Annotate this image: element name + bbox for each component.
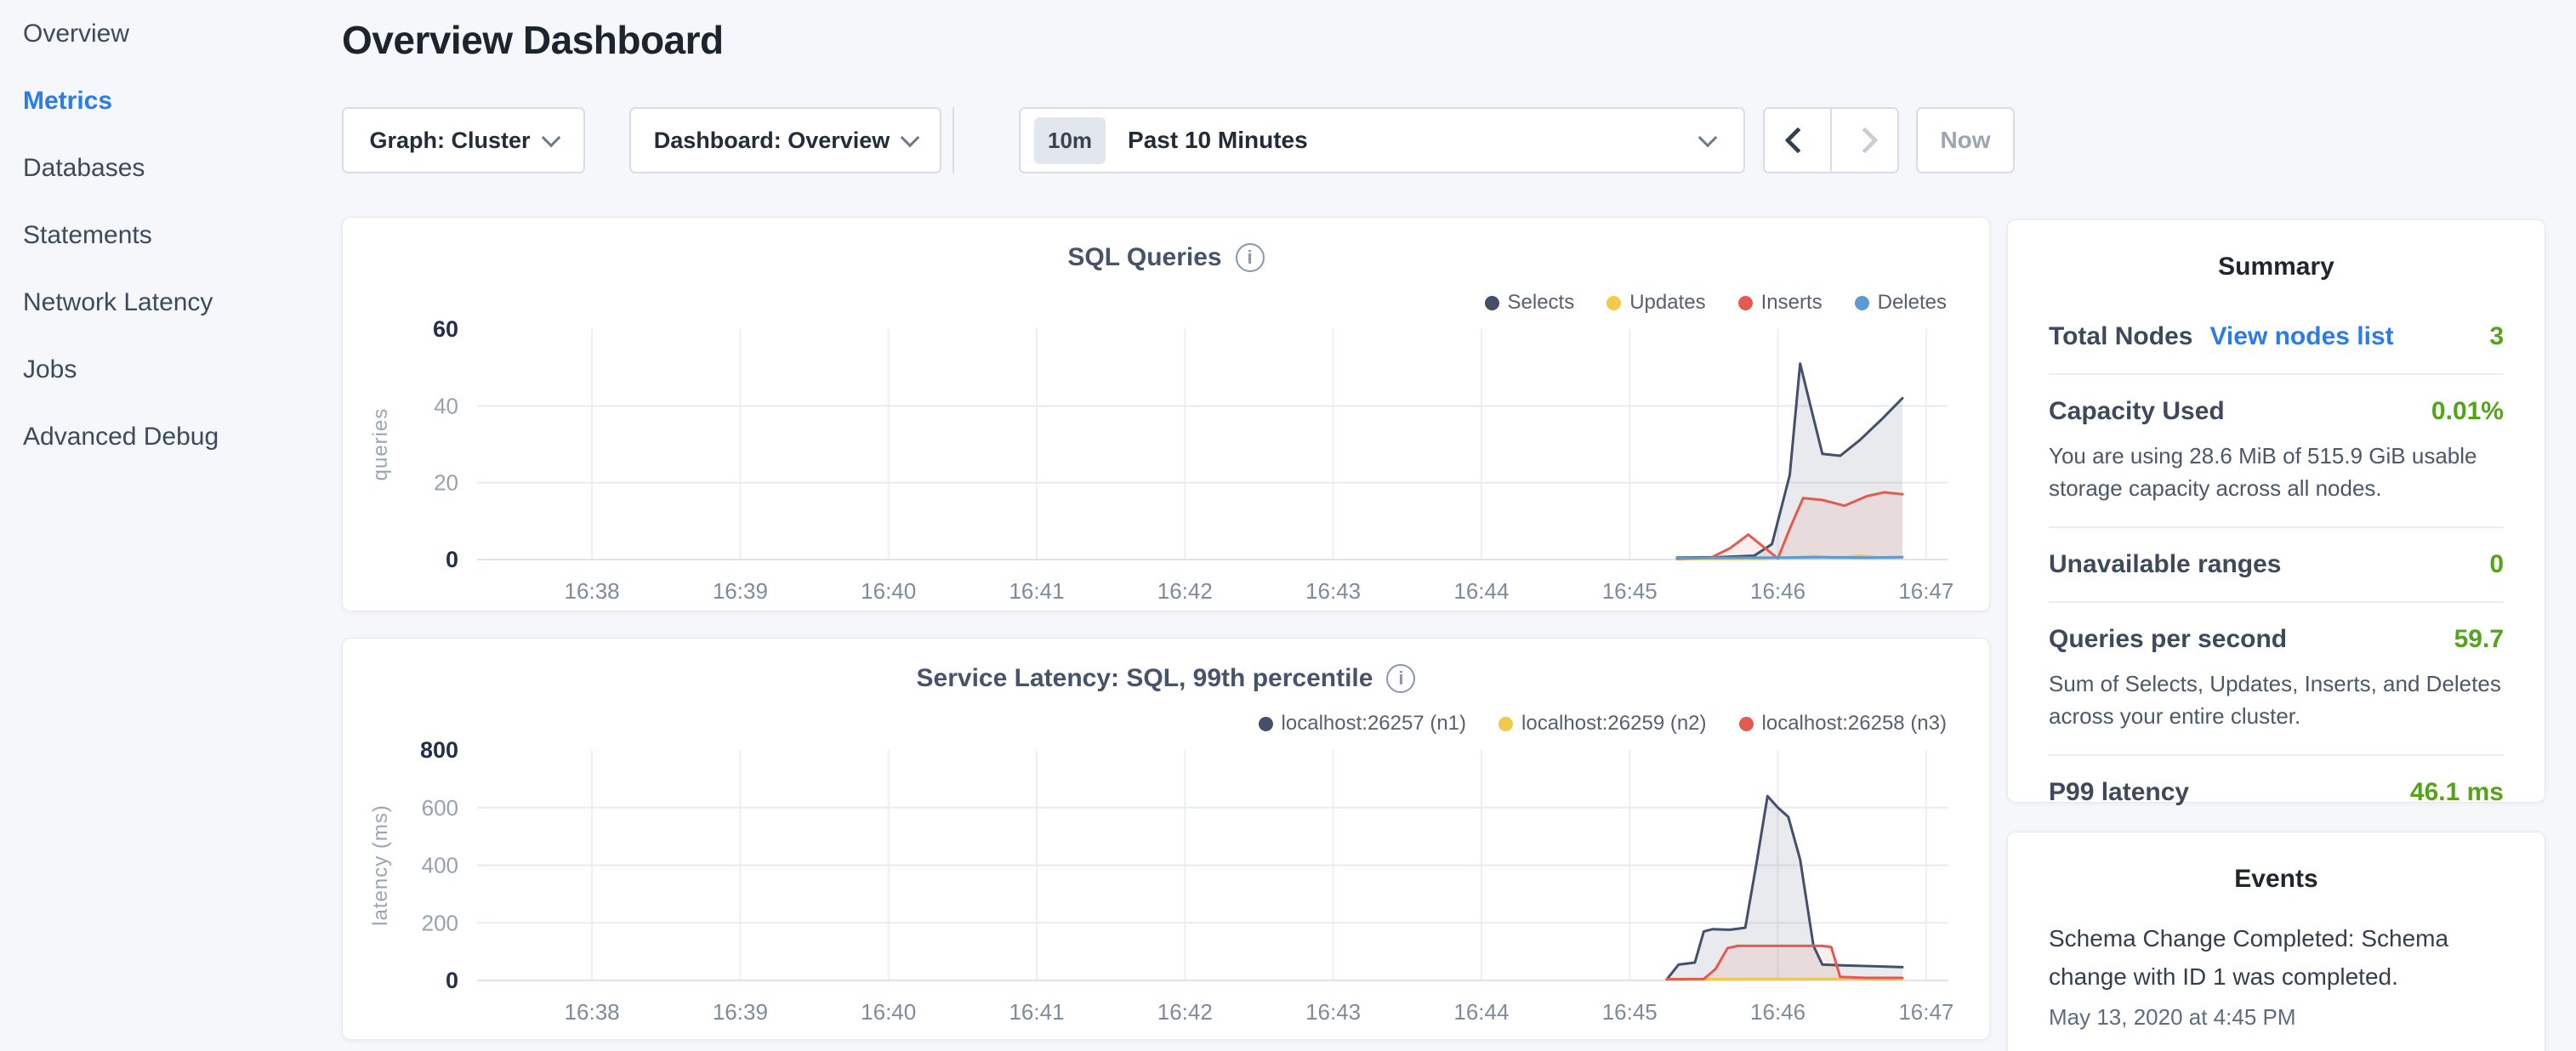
- summary-label: Capacity Used: [2049, 397, 2225, 426]
- summary-row-unavailable-ranges: Unavailable ranges 0: [2049, 526, 2504, 601]
- event-item: Schema Change Completed: Schema change w…: [2049, 919, 2504, 1031]
- sidebar-item-statements[interactable]: Statements: [0, 202, 323, 269]
- graph-dropdown[interactable]: Graph: Cluster: [342, 107, 585, 173]
- svg-text:600: 600: [422, 795, 458, 821]
- svg-text:16:40: 16:40: [861, 578, 916, 604]
- svg-text:16:44: 16:44: [1453, 999, 1509, 1025]
- summary-value: 59.7: [2454, 625, 2504, 654]
- summary-rows: Total Nodes View nodes list 3 Capacity U…: [2049, 300, 2504, 829]
- dashboard-dropdown[interactable]: Dashboard: Overview: [629, 107, 941, 173]
- summary-row-p99-latency: P99 latency 46.1 ms: [2049, 754, 2504, 829]
- summary-description: You are using 28.6 MiB of 515.9 GiB usab…: [2049, 440, 2504, 504]
- svg-text:16:47: 16:47: [1898, 578, 1953, 604]
- graph-dropdown-label: Graph: Cluster: [369, 128, 530, 154]
- app-root: Overview Metrics Databases Statements Ne…: [0, 0, 2576, 1051]
- summary-panel: Summary Total Nodes View nodes list 3 Ca…: [2007, 219, 2545, 803]
- svg-text:16:45: 16:45: [1602, 578, 1658, 604]
- svg-text:16:39: 16:39: [713, 578, 768, 604]
- svg-text:0: 0: [446, 547, 458, 572]
- svg-text:16:47: 16:47: [1898, 999, 1953, 1025]
- svg-text:200: 200: [422, 910, 458, 935]
- summary-heading: Summary: [2008, 253, 2545, 281]
- summary-value: 0.01%: [2431, 397, 2504, 426]
- summary-label: Total Nodes: [2049, 322, 2192, 351]
- svg-text:40: 40: [434, 393, 458, 418]
- dashboard-dropdown-label: Dashboard: Overview: [654, 128, 890, 154]
- summary-row-total-nodes: Total Nodes View nodes list 3: [2049, 300, 2504, 373]
- summary-description: Sum of Selects, Updates, Inserts, and De…: [2049, 668, 2504, 732]
- svg-text:400: 400: [422, 853, 458, 878]
- view-nodes-list-link[interactable]: View nodes list: [2209, 322, 2393, 351]
- service-latency-chart[interactable]: 16:38 16:39 16:40 16:41 16:42 16:43 16:44 16:45…: [343, 639, 1991, 1041]
- time-step-back-button[interactable]: [1765, 109, 1830, 172]
- svg-text:16:43: 16:43: [1305, 999, 1361, 1025]
- svg-text:16:42: 16:42: [1157, 999, 1213, 1025]
- svg-text:60: 60: [433, 316, 458, 342]
- svg-text:16:46: 16:46: [1750, 999, 1805, 1025]
- sidebar: Overview Metrics Databases Statements Ne…: [0, 0, 323, 1051]
- svg-text:0: 0: [446, 968, 458, 993]
- chevron-right-icon: [1851, 127, 1878, 153]
- page-title: Overview Dashboard: [342, 17, 724, 63]
- time-range-badge: 10m: [1034, 117, 1106, 164]
- chevron-left-icon: [1784, 127, 1811, 153]
- time-range-selector[interactable]: 10m Past 10 Minutes: [1019, 107, 1745, 173]
- svg-text:16:38: 16:38: [565, 578, 620, 604]
- svg-text:16:39: 16:39: [713, 999, 768, 1025]
- events-panel: Events Schema Change Completed: Schema c…: [2007, 832, 2545, 1051]
- svg-text:16:44: 16:44: [1453, 578, 1509, 604]
- sidebar-item-advanced-debug[interactable]: Advanced Debug: [0, 403, 323, 470]
- sidebar-item-jobs[interactable]: Jobs: [0, 336, 323, 403]
- sidebar-item-databases[interactable]: Databases: [0, 134, 323, 202]
- svg-text:16:41: 16:41: [1009, 578, 1064, 604]
- svg-text:16:38: 16:38: [565, 999, 620, 1025]
- svg-text:queries: queries: [369, 408, 392, 481]
- svg-text:16:42: 16:42: [1157, 578, 1213, 604]
- summary-value: 0: [2489, 550, 2504, 579]
- time-step-buttons: [1763, 107, 1899, 173]
- summary-label: P99 latency: [2049, 778, 2189, 807]
- svg-text:16:43: 16:43: [1305, 578, 1361, 604]
- summary-value: 3: [2489, 322, 2504, 351]
- sql-queries-chart[interactable]: 16:38 16:39 16:40 16:41 16:42 16:43 16:44 16:45…: [343, 218, 1991, 612]
- svg-text:16:41: 16:41: [1009, 999, 1064, 1025]
- svg-text:800: 800: [420, 737, 458, 763]
- summary-value: 46.1 ms: [2410, 778, 2504, 807]
- summary-row-capacity-used: Capacity Used 0.01% You are using 28.6 M…: [2049, 373, 2504, 526]
- sidebar-item-metrics[interactable]: Metrics: [0, 67, 323, 134]
- now-button[interactable]: Now: [1916, 107, 2015, 173]
- summary-label: Queries per second: [2049, 625, 2287, 654]
- event-timestamp: May 13, 2020 at 4:45 PM: [2049, 1004, 2504, 1031]
- sidebar-item-network-latency[interactable]: Network Latency: [0, 269, 323, 336]
- sql-queries-chart-card: SQL Queries i SelectsUpdatesInsertsDelet…: [342, 217, 1990, 611]
- event-text: Schema Change Completed: Schema change w…: [2049, 919, 2504, 996]
- chevron-down-icon: [541, 128, 560, 147]
- svg-text:20: 20: [434, 470, 458, 496]
- time-step-forward-button[interactable]: [1830, 109, 1897, 172]
- svg-text:latency (ms): latency (ms): [369, 804, 392, 926]
- summary-label: Unavailable ranges: [2049, 550, 2281, 579]
- chevron-down-icon: [901, 128, 920, 147]
- svg-text:16:46: 16:46: [1750, 578, 1805, 604]
- service-latency-chart-card: Service Latency: SQL, 99th percentile i …: [342, 638, 1990, 1040]
- sidebar-item-overview[interactable]: Overview: [0, 0, 323, 67]
- time-range-label: Past 10 Minutes: [1128, 127, 1308, 154]
- chevron-down-icon: [1698, 128, 1718, 147]
- svg-text:16:40: 16:40: [861, 999, 916, 1025]
- controls-divider: [952, 107, 954, 173]
- svg-text:16:45: 16:45: [1602, 999, 1658, 1025]
- summary-row-queries-per-second: Queries per second 59.7 Sum of Selects, …: [2049, 601, 2504, 754]
- events-heading: Events: [2008, 865, 2545, 894]
